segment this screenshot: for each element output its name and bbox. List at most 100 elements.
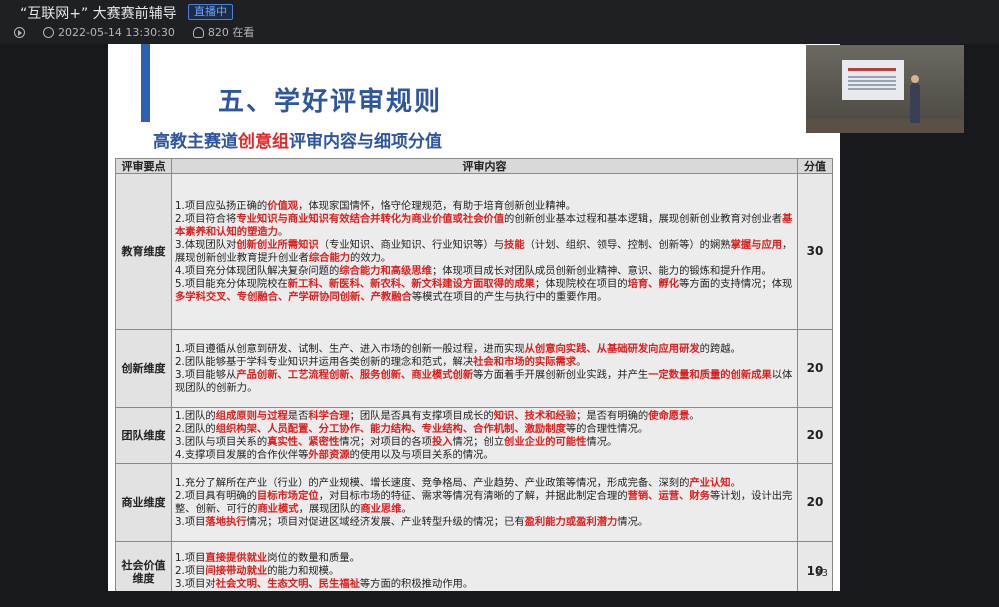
content-text: 等模式在项目的产生与执行中的重要作用。 (411, 290, 608, 303)
viewer-info: 820 在看 (192, 24, 254, 40)
row-score: 10 (797, 541, 833, 591)
content-text: 4.项目充分体现团队解决复杂问题的 (175, 264, 340, 277)
highlight-text: 从创意向实践、从基础研发向应用研发 (524, 342, 700, 355)
content-text: 的创新创业基本过程和基本逻辑，展现创新创业教育对创业者 (504, 212, 783, 225)
highlight-text: 落地执行 (205, 515, 247, 528)
content-text: 。 (401, 502, 412, 515)
table-row: 教育维度 1.项目应弘扬正确的价值观，体现家国情怀，恪守伦理规范，有助于培育创新创… (115, 173, 833, 330)
row-content: 1.团队的组成原则与过程是否科学合理；团队是否具有支撑项目成长的知识、技术和经验… (171, 407, 798, 464)
highlight-text: 社会文明、生态文明、民生福祉 (215, 578, 360, 590)
content-item: 1.项目应弘扬正确的价值观，体现家国情怀，恪守伦理规范，有助于培育创新创业精神。 (175, 200, 794, 213)
content-text: 2.项目符合将 (175, 212, 237, 225)
row-score: 30 (797, 173, 833, 330)
content-item: 3.项目能够从产品创新、工艺流程创新、服务创新、商业模式创新等方面着手开展创新创… (175, 369, 794, 395)
row-key: 创新维度 (115, 329, 172, 408)
row-content: 1.项目直接提供就业岗位的数量和质量。 2.项目间接带动就业的能力和规模。 3.项目… (171, 541, 798, 591)
content-text: ；体现院校在项目的 (534, 277, 628, 290)
highlight-text: 外部资源 (308, 448, 350, 461)
table-row: 商业维度 1.充分了解所在产业（行业）的产业规模、增长速度、竞争格局、产业趋势、产… (115, 463, 833, 542)
content-item: 1.项目直接提供就业岗位的数量和质量。 (175, 552, 794, 565)
content-item: 2.项目符合将专业知识与商业知识有效结合并转化为商业价值或社会价值的创新创业基本… (175, 213, 794, 239)
row-key: 社会价值维度 (115, 541, 172, 591)
content-text: （专业知识、商业知识、行业知识等）与 (318, 238, 505, 251)
clock-icon (43, 26, 54, 38)
content-text: 1.项目应弘扬正确的 (175, 199, 268, 212)
highlight-text: 商业模式 (257, 502, 299, 515)
content-text: 3.项目能够从 (175, 368, 237, 381)
slide-subheading: 高教主赛道创意组评审内容与细项分值 (153, 127, 442, 152)
content-text: 等方面的支持情况；体现 (679, 277, 793, 290)
content-item: 3.体现团队对创新创业所需知识（专业知识、商业知识、行业知识等）与技能（计划、组… (175, 239, 794, 265)
row-key: 商业维度 (115, 463, 172, 542)
table-row: 创新维度 1.项目遵循从创意到研发、试制、生产、进入市场的创新一般过程，进而实现从… (115, 329, 833, 408)
highlight-text: 目标市场定位 (256, 489, 319, 502)
highlight-text: 专业知识与商业知识有效结合并转化为商业价值或社会价值 (236, 212, 505, 225)
highlight-text: 创业企业的可能性 (504, 435, 587, 448)
content-text: 情况；创立 (452, 435, 505, 448)
presenter-video[interactable] (806, 45, 964, 133)
content-item: 2.项目间接带动就业的能力和规模。 (175, 565, 794, 578)
content-text: 等的合理性情况。 (565, 422, 649, 435)
page-number: 33 (815, 568, 828, 579)
content-text: 5.项目能充分体现院校在 (175, 277, 288, 290)
projector-screen (842, 60, 904, 100)
content-text: 1.充分了解所在产业（行业）的产业规模、增长速度、竞争格局、产业趋势、产业政策等… (175, 476, 690, 489)
content-text: 情况；项目对促进区域经济发展、产业转型升级的情况；已有 (246, 515, 525, 528)
row-content: 1.充分了解所在产业（行业）的产业规模、增长速度、竞争格局、产业趋势、产业政策等… (171, 463, 798, 542)
content-text: 的能力和规模。 (267, 565, 340, 577)
highlight-text: 价值观 (267, 199, 299, 212)
content-text: 。 (576, 355, 587, 368)
highlight-text: 掌握与应用 (730, 238, 783, 251)
content-item: 3.项目对社会文明、生态文明、民生福祉等方面的积极推动作用。 (175, 578, 794, 591)
highlight-text: 间接带动就业 (205, 565, 268, 577)
content-text: 3.体现团队对 (175, 238, 237, 251)
content-text: ，对目标市场的特征、需求等情况有清晰的了解，并据此制定合理的 (318, 489, 628, 502)
row-score: 20 (797, 329, 833, 408)
content-text: ；是否有明确的 (576, 409, 649, 422)
content-text: ；团队是否具有支撑项目成长的 (349, 409, 494, 422)
stream-title: “互联网+” 大赛赛前辅导 (20, 6, 177, 22)
presenter-figure (910, 75, 920, 123)
content-text: ，展现团队的 (298, 502, 361, 515)
content-item: 4.项目充分体现团队解决复杂问题的综合能力和高级思维；体现项目成长对团队成员创新… (175, 265, 794, 278)
highlight-text: 社会和市场的实际需求 (473, 355, 577, 368)
highlight-text: 直接提供就业 (205, 552, 268, 564)
highlight-text: 综合能力 (308, 251, 351, 264)
content-text: ，体现家国情怀，恪守伦理规范，有助于培育创新创业精神。 (298, 199, 577, 212)
table-header-row: 评审要点 评审内容 分值 (115, 158, 833, 174)
content-item: 5.项目能充分体现院校在新工科、新医科、新农科、新文科建设方面取得的成果；体现院… (175, 278, 794, 304)
content-item: 2.项目具有明确的目标市场定位，对目标市场的特征、需求等情况有清晰的了解，并据此… (175, 490, 794, 516)
content-item: 1.团队的组成原则与过程是否科学合理；团队是否具有支撑项目成长的知识、技术和经验… (175, 410, 794, 423)
highlight-text: 盈利能力或盈利潜力 (524, 515, 618, 528)
datetime-info: 2022-05-14 13:30:30 (43, 26, 175, 39)
content-text: 2.项目具有明确的 (175, 489, 257, 502)
content-text: （计划、组织、领导、控制、创新等）的娴熟 (524, 238, 731, 251)
highlight-text: 综合能力和高级思维 (339, 264, 432, 277)
row-score: 20 (797, 407, 833, 464)
row-key: 教育维度 (115, 173, 172, 330)
highlight-text: 商业思维 (360, 502, 402, 515)
content-item: 2.团队能够基于学科专业知识并运用各类创新的理念和范式，解决社会和市场的实际需求… (175, 356, 794, 369)
content-text: 的使用以及与项目关系的情况。 (349, 448, 494, 461)
content-text: 3.项目对 (175, 578, 216, 590)
slide-accent-bar (141, 44, 150, 122)
user-icon (192, 26, 204, 38)
col-header-content: 评审内容 (171, 158, 798, 174)
content-text: 等方面的积极推动作用。 (359, 578, 474, 590)
stream-header: “互联网+” 大赛赛前辅导 直播中 2022-05-14 13:30:30 82… (0, 0, 999, 44)
content-text: 情况。 (586, 435, 618, 448)
highlight-text: 一定数量和质量的创新成果 (648, 368, 772, 381)
highlight-text: 新工科、新医科、新农科、新文科建设方面取得的成果 (287, 277, 535, 290)
content-text: 2.项目 (175, 565, 206, 577)
presentation-slide: 五、学好评审规则 高教主赛道创意组评审内容与细项分值 评审要点 评审内容 分值 … (108, 44, 840, 591)
content-text: 等方面着手开展创新创业实践，并产生 (473, 368, 649, 381)
content-text: 岗位的数量和质量。 (267, 552, 360, 564)
content-text: 2.团队能够基于学科专业知识并运用各类创新的理念和范式，解决 (175, 355, 474, 368)
highlight-text: 科学合理 (308, 409, 350, 422)
subheading-highlight: 创意组 (238, 132, 289, 152)
play-icon (14, 26, 25, 38)
play-status[interactable] (14, 26, 25, 38)
content-text: 是否 (287, 409, 309, 422)
content-item: 1.充分了解所在产业（行业）的产业规模、增长速度、竞争格局、产业趋势、产业政策等… (175, 477, 794, 490)
live-badge: 直播中 (188, 4, 233, 20)
